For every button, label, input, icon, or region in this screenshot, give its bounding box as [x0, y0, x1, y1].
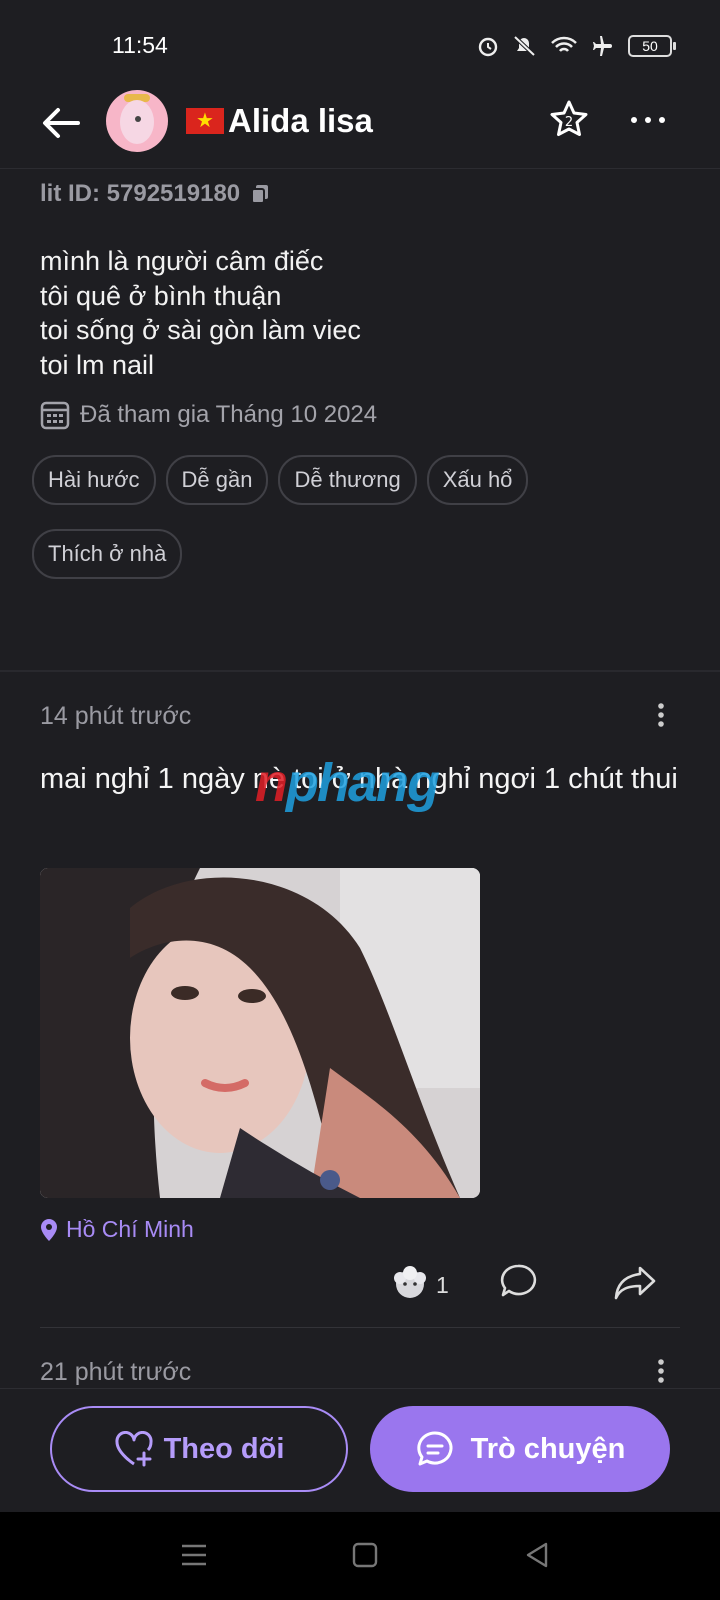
profile-name: Alida lisa: [186, 102, 373, 140]
chat-button[interactable]: Trò chuyện: [370, 1406, 670, 1492]
section-divider: [0, 670, 720, 672]
follow-label: Theo dõi: [163, 1432, 285, 1465]
avatar-face: [120, 100, 154, 144]
comment-icon[interactable]: [498, 1262, 538, 1302]
avatar-eye: [135, 116, 141, 122]
joined-date: Đã tham gia Tháng 10 2024: [40, 400, 377, 430]
post-separator: [40, 1327, 680, 1328]
home-icon[interactable]: [352, 1542, 378, 1568]
star-icon[interactable]: 2: [548, 98, 590, 140]
post-location-text: Hồ Chí Minh: [66, 1216, 194, 1242]
follow-button[interactable]: Theo dõi: [50, 1406, 348, 1492]
bio-line: tôi quê ở bình thuận: [40, 280, 282, 311]
post-more-icon[interactable]: [646, 700, 676, 730]
chat-bubble-icon: [416, 1431, 453, 1466]
photo-illustration: [40, 868, 480, 1198]
back-arrow-icon[interactable]: [38, 100, 84, 146]
tag-chip[interactable]: Thích ở nhà: [32, 529, 183, 579]
bio: mình là người câm điếc tôi quê ở bình th…: [40, 244, 361, 382]
tag-chip[interactable]: Xấu hổ: [426, 455, 529, 505]
profile-name-text: Alida lisa: [228, 102, 373, 139]
like-count: 1: [436, 1272, 449, 1298]
tag-chip[interactable]: Hài hước: [32, 455, 156, 505]
alarm-icon: [478, 37, 498, 57]
post-timestamp: 21 phút trước: [40, 1358, 192, 1386]
system-nav-bar: [0, 1512, 720, 1600]
share-icon[interactable]: [614, 1262, 658, 1302]
tag-chip[interactable]: Dễ thương: [278, 455, 417, 505]
vietnam-flag-icon: [186, 108, 224, 134]
post-photo[interactable]: [40, 868, 480, 1198]
status-time: 11:54: [112, 32, 168, 58]
back-nav-icon[interactable]: [524, 1542, 550, 1568]
status-icons: 50: [476, 34, 676, 58]
wifi-icon: [551, 36, 577, 52]
copy-icon[interactable]: [250, 183, 270, 205]
watermark-logo: nphang: [255, 752, 440, 814]
calendar-icon: [40, 401, 70, 430]
post-timestamp: 14 phút trước: [40, 702, 192, 730]
like-sheep-icon[interactable]: [390, 1262, 430, 1302]
bio-line: mình là người câm điếc: [40, 246, 324, 276]
more-options-icon[interactable]: [628, 108, 668, 132]
post-location[interactable]: Hồ Chí Minh: [40, 1216, 194, 1243]
mute-icon: [513, 35, 536, 57]
battery-indicator: 50: [628, 35, 676, 57]
avatar[interactable]: [106, 90, 168, 152]
lit-id-text: lit ID: 5792519180: [40, 180, 241, 207]
tag-chip[interactable]: Dễ gần: [165, 455, 269, 505]
location-pin-icon: [41, 1218, 57, 1241]
watermark-b: phang: [286, 753, 440, 813]
airplane-icon: [593, 36, 612, 56]
post-more-icon[interactable]: [646, 1356, 676, 1386]
watermark-a: n: [255, 753, 288, 813]
bio-line: toi lm nail: [40, 349, 155, 380]
tag-list: Hài hước Dễ gần Dễ thương Xấu hổ Thích ở…: [32, 455, 592, 579]
recent-apps-icon[interactable]: [180, 1542, 208, 1568]
bio-line: toi sống ở sài gòn làm viec: [40, 315, 361, 345]
chat-label: Trò chuyện: [470, 1432, 626, 1465]
joined-text: Đã tham gia Tháng 10 2024: [80, 401, 378, 428]
svg-text:2: 2: [565, 115, 573, 130]
lit-id: lit ID: 5792519180: [40, 180, 270, 208]
heart-plus-icon: [115, 1431, 153, 1467]
